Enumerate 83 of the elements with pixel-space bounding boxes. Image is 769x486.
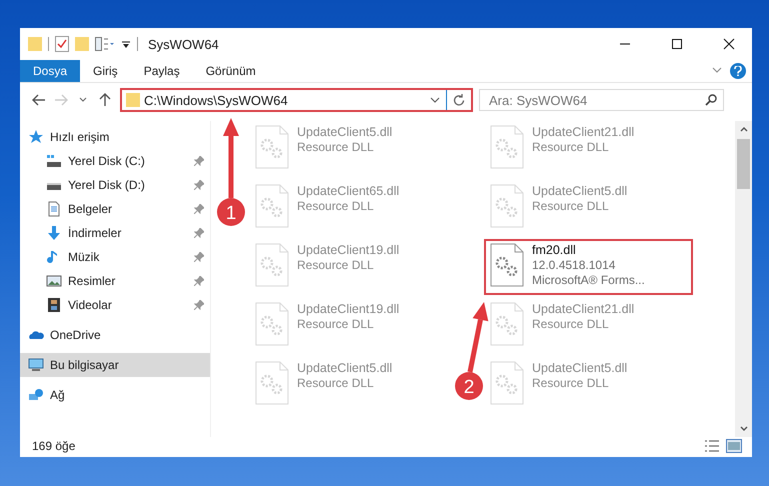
maximize-icon (671, 38, 683, 50)
dropdown-icon[interactable] (430, 96, 440, 104)
chevron-icon[interactable] (712, 66, 722, 74)
step-badge: 1 (217, 198, 245, 226)
sidebar-item[interactable]: Resimler (20, 269, 210, 293)
item-count: 169 öğe (32, 439, 76, 453)
drive-icon (46, 153, 62, 169)
gear-file-icon (490, 184, 524, 228)
gear-file-icon (255, 243, 289, 287)
file-name: UpdateClient5.dll (532, 184, 628, 198)
back-arrow-icon (32, 94, 46, 106)
file-detail: Resource DLL (297, 199, 375, 213)
sidebar-item[interactable]: Bu bilgisayar (20, 353, 210, 377)
file-detail: Resource DLL (297, 258, 375, 272)
ribbon-tab[interactable]: Giriş (80, 60, 131, 82)
file-name: UpdateClient19.dll (297, 243, 400, 257)
file-name: fm20.dll (532, 243, 577, 257)
sidebar-item[interactable]: Ağ (20, 383, 210, 407)
file-detail: Resource DLL (532, 376, 610, 390)
window-title: SysWOW64 (148, 36, 220, 52)
step-badge: 2 (455, 372, 483, 400)
scrollbar-thumb[interactable] (737, 139, 750, 189)
sidebar-item[interactable]: Hızlı erişim (20, 125, 210, 149)
gear-file-icon (490, 243, 524, 287)
sidebar-item[interactable]: Yerel Disk (D:) (20, 173, 210, 197)
file-detail: 12.0.4518.1014 (532, 258, 616, 272)
details-view-icon[interactable] (704, 439, 720, 453)
sidebar-item[interactable]: Videolar (20, 293, 210, 317)
file-name: UpdateClient21.dll (532, 302, 634, 316)
dropdown-icon[interactable] (121, 39, 131, 49)
scroll-up-icon[interactable] (740, 126, 748, 132)
file-name: UpdateClient5.dll (532, 361, 628, 375)
computer-icon (28, 357, 44, 373)
sidebar-item[interactable]: Müzik (20, 245, 210, 269)
close-icon (723, 38, 735, 50)
view-icon[interactable] (95, 37, 115, 51)
file-detail: Resource DLL (532, 317, 610, 331)
search-field[interactable]: Ara: SysWOW64 (479, 89, 724, 111)
file-name: UpdateClient5.dll (297, 125, 392, 139)
file-detail: MicrosoftA® Forms... (532, 273, 645, 287)
picture-icon (46, 273, 62, 289)
file-detail: Resource DLL (297, 376, 375, 390)
download-icon (46, 225, 62, 241)
sidebar-item[interactable]: OneDrive (20, 323, 210, 347)
forward-arrow-icon (54, 94, 68, 106)
scrollbar[interactable] (735, 121, 752, 437)
file-detail: Resource DLL (297, 140, 375, 154)
ribbon-tab[interactable]: Dosya (20, 60, 80, 82)
sidebar-item[interactable]: İndirmeler (20, 221, 210, 245)
gear-file-icon (490, 125, 524, 169)
arrow-drawing (468, 302, 488, 372)
file-name: UpdateClient19.dll (297, 302, 400, 316)
ribbon-tab[interactable]: Görünüm (192, 60, 269, 82)
thumbnail-view-icon[interactable] (726, 439, 742, 453)
gear-file-icon (255, 184, 289, 228)
file-item[interactable]: fm20.dll 12.0.4518.1014 MicrosoftA® Forms... (486, 241, 691, 293)
ribbon-tab[interactable]: Paylaş (130, 60, 193, 82)
scroll-down-icon[interactable] (740, 426, 748, 432)
properties-icon[interactable] (55, 36, 69, 52)
sidebar-item[interactable]: Yerel Disk (C:) (20, 149, 210, 173)
sidebar-item[interactable]: Belgeler (20, 197, 210, 221)
file-detail: Resource DLL (532, 140, 610, 154)
document-icon (46, 201, 62, 217)
gear-file-icon (255, 302, 289, 346)
star-icon (28, 129, 44, 145)
gear-file-icon (255, 361, 289, 405)
folder-icon (126, 92, 140, 108)
search-icon[interactable] (705, 94, 717, 106)
gear-file-icon (255, 125, 289, 169)
refresh-icon (453, 94, 465, 106)
file-name: UpdateClient5.dll (297, 361, 392, 375)
address-field[interactable]: C:\Windows\SysWOW64 (120, 88, 473, 112)
gear-file-icon (490, 361, 524, 405)
chevron-icon (79, 97, 87, 103)
help-icon[interactable] (730, 63, 746, 79)
network-icon (28, 387, 44, 403)
file-name: UpdateClient65.dll (297, 184, 400, 198)
film-icon (46, 297, 62, 313)
file-detail: Resource DLL (532, 199, 610, 213)
file-detail: Resource DLL (297, 317, 375, 331)
file-name: UpdateClient21.dll (532, 125, 634, 139)
up-arrow-icon (99, 93, 111, 107)
gear-file-icon (490, 302, 524, 346)
